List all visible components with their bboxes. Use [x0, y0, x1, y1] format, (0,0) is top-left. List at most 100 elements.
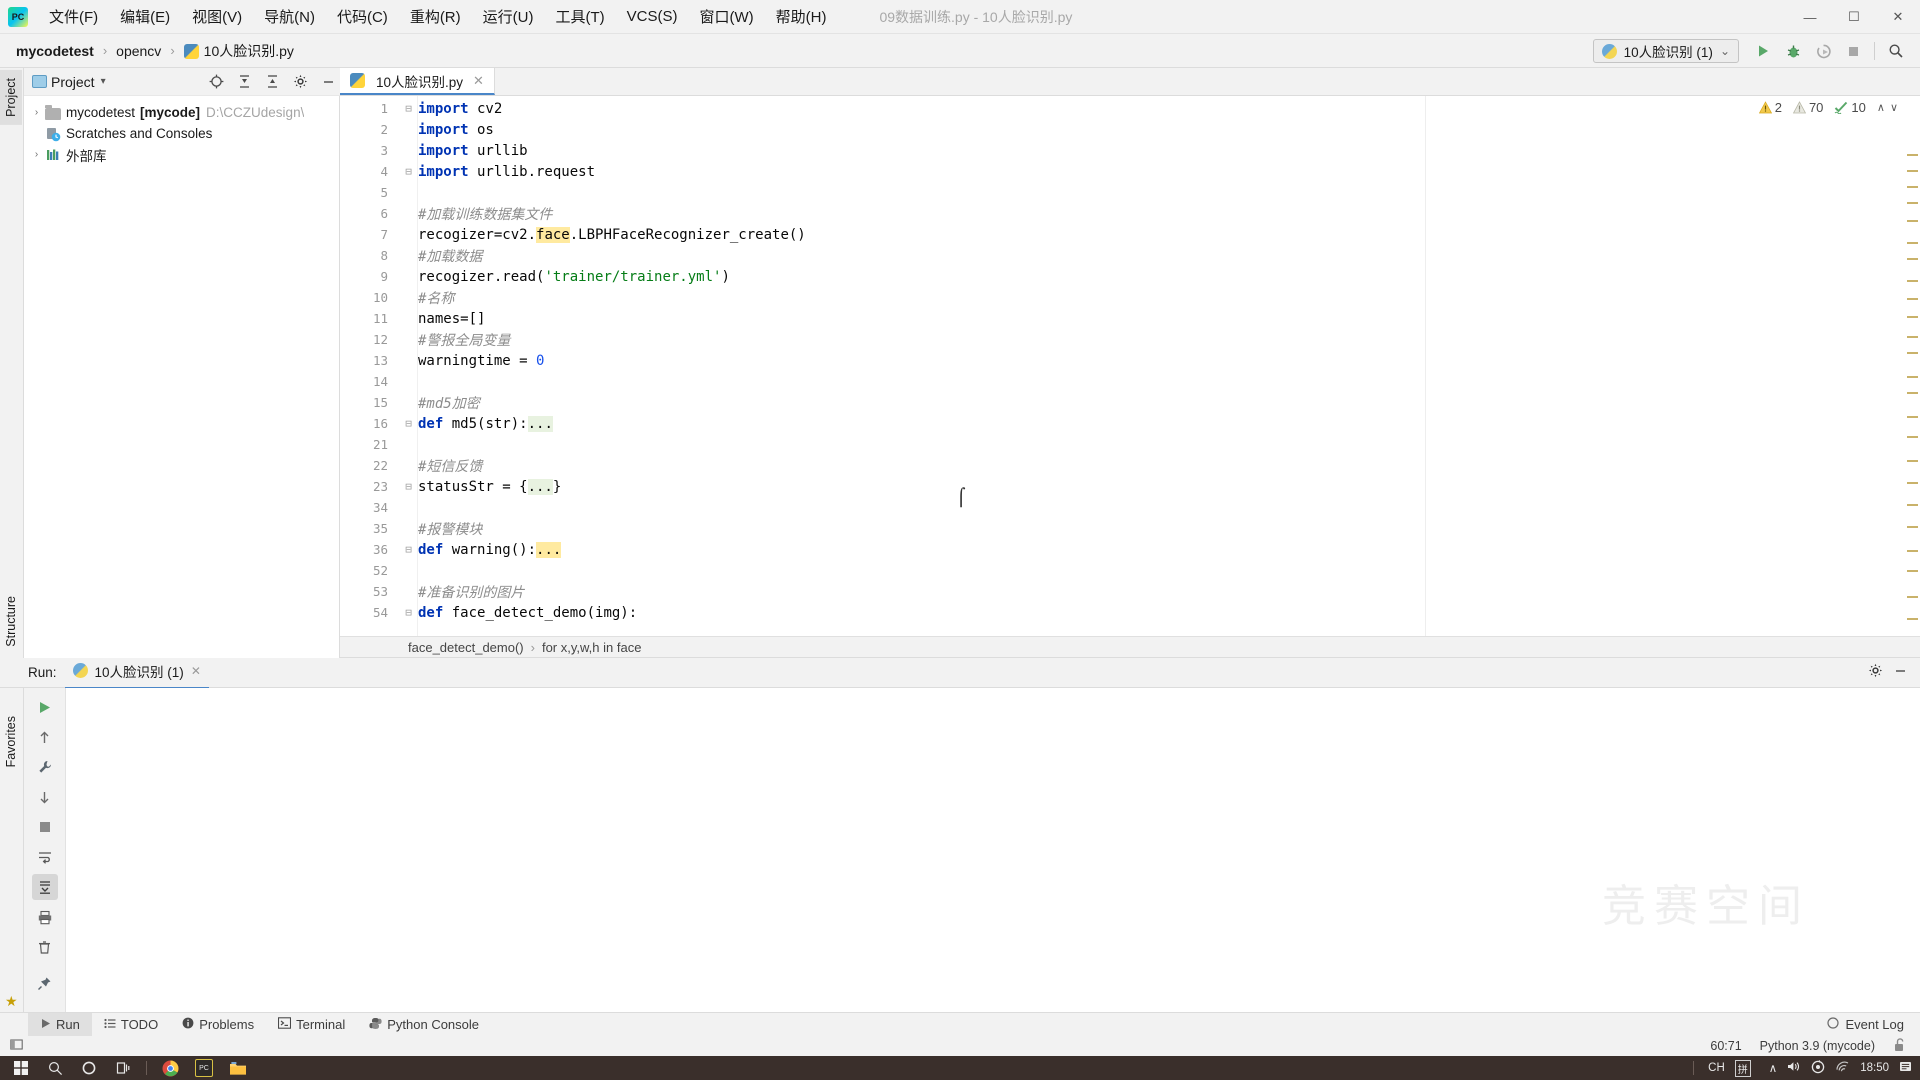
chevron-right-icon[interactable]: › [28, 149, 45, 160]
expand-all-icon[interactable] [232, 70, 256, 94]
bottom-tab-run[interactable]: Run [28, 1012, 92, 1037]
previous-problem-icon[interactable]: ∧ [1877, 101, 1885, 114]
vertical-tab-structure[interactable]: Structure [0, 588, 22, 655]
code-line[interactable]: #md5加密 [418, 392, 1920, 413]
event-log-tab[interactable]: Event Log [1827, 1017, 1904, 1032]
sync-icon[interactable] [1811, 1059, 1825, 1077]
ime-mode[interactable]: 拼 [1734, 1059, 1751, 1077]
fold-toggle-icon[interactable]: ⊟ [402, 539, 415, 560]
minimize-icon[interactable] [1893, 663, 1908, 683]
code-line[interactable]: #准备识别的图片 [418, 581, 1920, 602]
run-console-output[interactable]: 00:00 竞赛空间 [66, 688, 1920, 1012]
python-interpreter[interactable]: Python 3.9 (mycode) [1760, 1039, 1875, 1053]
code-line[interactable] [418, 434, 1920, 455]
next-problem-icon[interactable]: ∨ [1890, 101, 1898, 114]
code-editor[interactable]: 1 ⊟ import cv2 2 import os 3 import urllib 4 ⊟ im… [340, 96, 1920, 636]
vertical-tab-favorites[interactable]: Favorites [0, 708, 22, 775]
breadcrumb-item-0[interactable]: mycodetest [12, 41, 98, 61]
cortana-icon[interactable] [74, 1056, 104, 1080]
run-button[interactable] [1749, 37, 1777, 65]
breadcrumb-item-1[interactable]: opencv [112, 41, 165, 61]
pin-tab-button[interactable] [32, 970, 58, 996]
search-icon[interactable] [40, 1056, 70, 1080]
menu-help[interactable]: 帮助(H) [765, 2, 838, 31]
code-line[interactable]: def md5(str):... [418, 413, 1920, 434]
start-button[interactable] [6, 1056, 36, 1080]
gear-icon[interactable] [1868, 663, 1883, 683]
run-tab-face-recognition[interactable]: 10人脸识别 (1) ✕ [64, 657, 209, 689]
clear-all-button[interactable] [32, 934, 58, 960]
code-line[interactable]: #警报全局变量 [418, 329, 1920, 350]
menu-view[interactable]: 视图(V) [181, 2, 253, 31]
file-explorer-icon[interactable] [223, 1056, 253, 1080]
code-line[interactable]: #加载训练数据集文件 [418, 203, 1920, 224]
breadcrumb-item-2[interactable]: 10人脸识别.py [180, 39, 298, 63]
task-view-icon[interactable] [108, 1056, 138, 1080]
notifications-icon[interactable] [1899, 1060, 1914, 1077]
close-button[interactable]: ✕ [1876, 0, 1920, 34]
fold-toggle-icon[interactable]: ⊟ [402, 98, 415, 119]
locate-icon[interactable] [204, 70, 228, 94]
collapse-all-icon[interactable] [260, 70, 284, 94]
search-everywhere-button[interactable] [1882, 37, 1910, 65]
wifi-icon[interactable] [1835, 1060, 1850, 1076]
code-line[interactable]: import urllib [418, 140, 1920, 161]
menu-code[interactable]: 代码(C) [326, 2, 399, 31]
maximize-button[interactable]: ☐ [1832, 0, 1876, 34]
close-icon[interactable]: ✕ [473, 73, 484, 89]
tray-chevron-up-icon[interactable]: ∧ [1769, 1061, 1777, 1075]
breadcrumb-item-loop[interactable]: for x,y,w,h in face [542, 640, 641, 655]
volume-icon[interactable] [1787, 1060, 1801, 1076]
settings-gear-icon[interactable] [288, 70, 312, 94]
inspection-widget[interactable]: 2 70 10 ∧ ∨ [1758, 100, 1898, 115]
chevron-right-icon[interactable]: › [28, 107, 45, 118]
fold-toggle-icon[interactable]: ⊟ [402, 476, 415, 497]
fold-toggle-icon[interactable]: ⊟ [402, 602, 415, 623]
fold-toggle-icon[interactable]: ⊟ [402, 161, 415, 182]
wrench-button[interactable] [32, 754, 58, 780]
code-line[interactable]: def warning():... [418, 539, 1920, 560]
editor-breadcrumb[interactable]: face_detect_demo() › for x,y,w,h in face [340, 636, 1920, 658]
tree-item-scratches[interactable]: Scratches and Consoles [24, 123, 339, 144]
menu-vcs[interactable]: VCS(S) [616, 4, 689, 29]
stop-button[interactable] [1839, 37, 1867, 65]
bottom-tab-problems[interactable]: Problems [170, 1013, 266, 1037]
soft-wrap-button[interactable] [32, 844, 58, 870]
tree-item-external-libraries[interactable]: › 外部库 [24, 144, 339, 165]
chrome-icon[interactable] [155, 1056, 185, 1080]
print-button[interactable] [32, 904, 58, 930]
code-line[interactable]: recogizer=cv2. face .LBPHFaceRecognizer_cr… [418, 224, 1920, 245]
fold-toggle-icon[interactable]: ⊟ [402, 413, 415, 434]
code-line[interactable]: import cv2 [418, 98, 1920, 119]
lock-open-icon[interactable] [1893, 1037, 1906, 1055]
hide-panel-icon[interactable] [316, 70, 340, 94]
code-line[interactable]: import os [418, 119, 1920, 140]
status-left-icon[interactable] [10, 1038, 23, 1054]
editor-tab-face-recognition[interactable]: 10人脸识别.py ✕ [340, 68, 495, 95]
code-line[interactable]: #加载数据 [418, 245, 1920, 266]
down-stack-button[interactable] [32, 784, 58, 810]
breadcrumb-item-function[interactable]: face_detect_demo() [408, 640, 524, 655]
code-line[interactable]: recogizer.read('trainer/trainer.yml') [418, 266, 1920, 287]
code-line[interactable]: #短信反馈 [418, 455, 1920, 476]
tree-item-mycodetest[interactable]: › mycodetest [mycode] D:\CCZUdesign\ [24, 102, 339, 123]
code-line[interactable]: names=[] [418, 308, 1920, 329]
code-line[interactable]: #名称 [418, 287, 1920, 308]
code-line[interactable] [418, 497, 1920, 518]
bottom-tab-python-console[interactable]: Python Console [357, 1013, 491, 1037]
code-line[interactable] [418, 371, 1920, 392]
code-line[interactable]: statusStr = {...} [418, 476, 1920, 497]
menu-file[interactable]: 文件(F) [38, 2, 109, 31]
up-stack-button[interactable] [32, 724, 58, 750]
code-line[interactable]: import urllib.request [418, 161, 1920, 182]
chevron-down-icon[interactable]: ▾ [101, 76, 106, 87]
code-line[interactable]: warningtime = 0 [418, 350, 1920, 371]
bottom-tab-terminal[interactable]: Terminal [266, 1013, 357, 1037]
code-line[interactable]: #报警模块 [418, 518, 1920, 539]
caret-position[interactable]: 60:71 [1710, 1039, 1741, 1053]
vertical-tab-project[interactable]: Project [0, 70, 22, 125]
menu-refactor[interactable]: 重构(R) [399, 2, 472, 31]
clock[interactable]: 18:50 [1860, 1062, 1889, 1074]
scroll-to-end-button[interactable] [31, 874, 58, 900]
menu-edit[interactable]: 编辑(E) [109, 2, 181, 31]
